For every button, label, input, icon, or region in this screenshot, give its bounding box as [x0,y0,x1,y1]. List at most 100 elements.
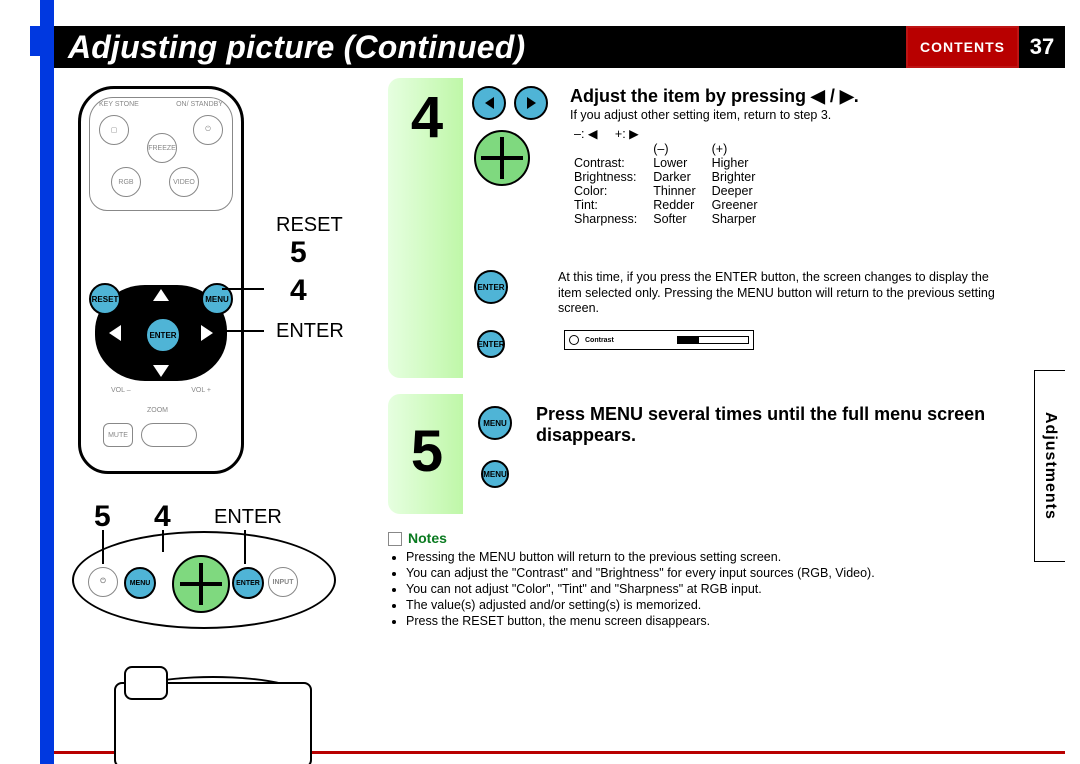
callout-4: 4 [290,274,307,308]
left-blue-rail [40,0,54,764]
rgb-button[interactable]: RGB [111,167,141,197]
table-row: Brightness:DarkerBrighter [574,170,773,184]
menu-label: MENU [205,295,229,304]
arrow-down-icon [153,365,169,377]
arrow-up-icon [153,289,169,301]
list-item: The value(s) adjusted and/or setting(s) … [406,598,1058,612]
panel-callout-4: 4 [154,500,171,534]
right-arrow-icon [514,86,548,120]
panel-nav-dial[interactable] [172,555,230,613]
notes-list: Pressing the MENU button will return to … [388,550,1058,628]
adjustment-table: (–)(+) Contrast:LowerHigher Brightness:D… [574,142,773,226]
leader-line [222,330,264,332]
page-title: Adjusting picture (Continued) [64,26,525,68]
enter-label: ENTER [149,331,176,340]
left-illustrations: KEY STONE ON/ STANDBY ▢ ⏻ FREEZE RGB VID… [72,86,364,474]
mute-label: MUTE [108,432,128,439]
callout-5: 5 [290,236,307,270]
table-row: Color:ThinnerDeeper [574,184,773,198]
col-minus: (–) [653,142,711,156]
contents-button[interactable]: CONTENTS [906,26,1019,68]
step4-note: At this time, if you press the ENTER but… [558,270,1002,317]
keystone-label: KEY STONE [99,101,139,108]
panel-input-label: INPUT [273,579,294,586]
step5-headline: Press MENU several times until the full … [536,404,1004,446]
step4-sub: If you adjust other setting item, return… [570,108,1000,124]
contrast-osd-label: Contrast [585,337,614,344]
enter-button[interactable]: ENTER [145,317,181,353]
menu-button-icon: MENU [478,406,512,440]
reset-button[interactable]: RESET [89,283,121,315]
remote-control: KEY STONE ON/ STANDBY ▢ ⏻ FREEZE RGB VID… [78,86,244,474]
menu-label: MENU [483,470,507,479]
projector-icon [106,666,316,764]
leader-line [222,288,264,290]
vol-plus-label: VOL + [191,387,211,394]
step-5-box: 5 MENU MENU Press MENU several times unt… [388,394,1014,514]
notes-section: Notes Pressing the MENU button will retu… [388,530,1058,630]
panel-power-button[interactable]: ⏻ [88,567,118,597]
video-button[interactable]: VIDEO [169,167,199,197]
step4-headline-text: Adjust the item by pressing [570,86,811,106]
panel-input-button[interactable]: INPUT [268,567,298,597]
header-bar: Adjusting picture (Continued) CONTENTS 3… [54,26,1065,68]
legend-plus: +: ▶ [615,127,639,141]
col-plus: (+) [712,142,774,156]
rgb-label: RGB [118,179,133,186]
callout-enter: ENTER [276,320,344,343]
nav-dial-icon [474,130,530,186]
panel-callout-enter: ENTER [214,506,282,529]
step-number: 5 [398,418,456,485]
onstandby-button[interactable]: ⏻ [193,115,223,145]
panel-enter-label: ENTER [236,580,260,587]
enter-button-icon-small: ENTER [477,330,505,358]
callout-reset: RESET [276,214,343,237]
menu-label: MENU [483,419,507,428]
table-row: Sharpness:SofterSharper [574,212,773,226]
page-root: Adjusting picture (Continued) CONTENTS 3… [0,0,1080,764]
projector-top-panel: ⏻ MENU ENTER INPUT [72,531,336,629]
arrow-right-icon [201,325,213,341]
step-number: 4 [398,84,456,151]
list-item: Pressing the MENU button will return to … [406,550,1058,564]
menu-button-icon-small: MENU [481,460,509,488]
legend-row: –: ◀ +: ▶ [574,126,639,141]
step4-enter-icons: ENTER ENTER [474,270,508,358]
notes-heading: Notes [388,530,1058,546]
panel-enter-button[interactable]: ENTER [232,567,264,599]
remote-nav-cluster: RESET MENU ENTER [95,285,227,381]
freeze-label: FREEZE [148,145,176,152]
section-tab-label: Adjustments [1041,412,1059,520]
table-row: Contrast:LowerHigher [574,156,773,170]
list-item: You can adjust the "Contrast" and "Brigh… [406,566,1058,580]
panel-callout-5: 5 [94,500,111,534]
contrast-osd-icon [569,335,579,345]
vol-minus-label: VOL – [111,387,131,394]
list-item: You can not adjust "Color", "Tint" and "… [406,582,1058,596]
panel-menu-button[interactable]: MENU [124,567,156,599]
enter-label: ENTER [477,283,504,292]
arrow-left-icon [109,325,121,341]
step4-left-right-icons [472,86,548,120]
zoom-label: ZOOM [147,407,168,414]
step-4-box: 4 Adjust the item by pressing ◀ / ▶. If … [388,78,1014,378]
mute-button[interactable]: MUTE [103,423,133,447]
video-label: VIDEO [173,179,195,186]
panel-menu-label: MENU [130,580,151,587]
step4-headline: Adjust the item by pressing ◀ / ▶. [570,86,1004,107]
zoom-rocker[interactable] [141,423,197,447]
enter-button-icon: ENTER [474,270,508,304]
page-number: 37 [1019,34,1065,60]
step4-headline-suffix: . [854,86,859,106]
keystone-button[interactable]: ▢ [99,115,129,145]
onstandby-label: ON/ STANDBY [176,101,223,108]
step5-menu-icons: MENU MENU [478,406,512,488]
legend-minus: –: ◀ [574,127,598,141]
step4-green-dial [474,130,530,186]
contrast-osd-bar [677,336,749,344]
reset-label: RESET [92,295,119,304]
contrast-osd-box: Contrast [564,330,754,350]
freeze-button[interactable]: FREEZE [147,133,177,163]
list-item: Press the RESET button, the menu screen … [406,614,1058,628]
left-arrow-icon [472,86,506,120]
